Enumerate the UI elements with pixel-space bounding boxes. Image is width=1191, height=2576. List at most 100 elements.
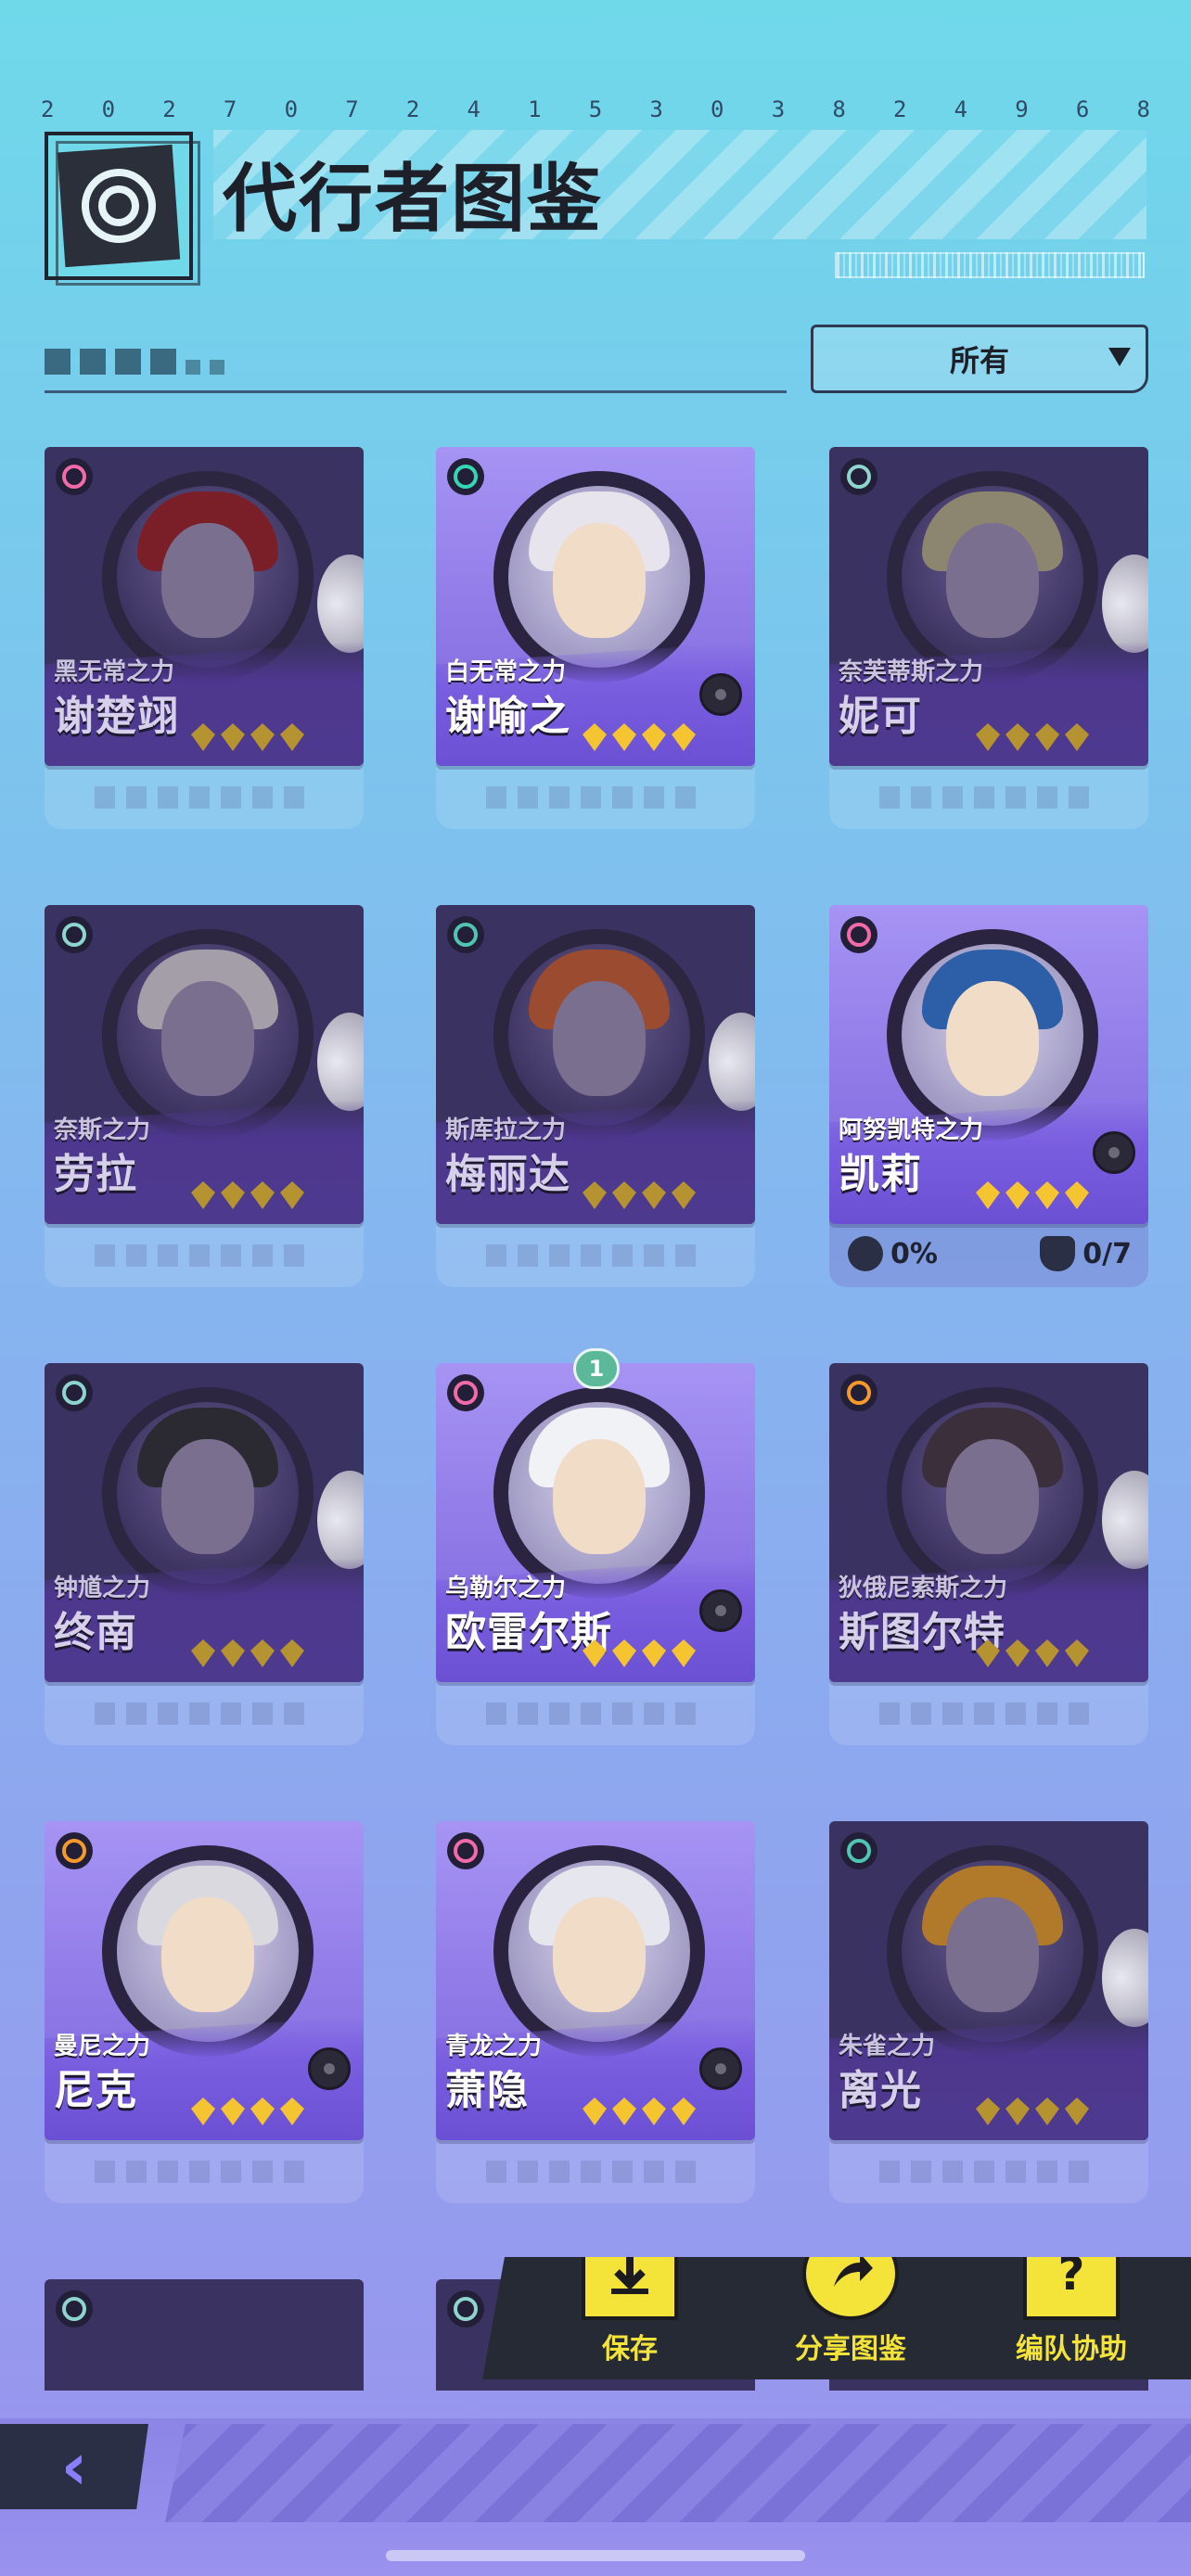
agent-card-face: 黑无常之力 谢楚翊 bbox=[45, 447, 364, 766]
card-base bbox=[45, 1678, 364, 1745]
card-base-pattern bbox=[95, 2161, 314, 2183]
code-digit: 6 bbox=[1075, 96, 1090, 122]
code-digit: 2 bbox=[162, 96, 176, 122]
agent-card-face: 狄俄尼索斯之力 斯图尔特 bbox=[829, 1363, 1148, 1682]
element-pink-icon bbox=[56, 458, 93, 495]
agent-name: 妮可 bbox=[839, 693, 922, 740]
side-disc-decoration bbox=[1102, 1471, 1148, 1569]
agent-card-face: 白无常之力 谢喻之 bbox=[436, 447, 755, 766]
disc-icon bbox=[308, 2047, 351, 2090]
star-icon bbox=[976, 1639, 1000, 1667]
star-icon bbox=[1065, 2098, 1089, 2125]
star-icon bbox=[672, 1181, 696, 1209]
code-digit: 3 bbox=[771, 96, 786, 122]
agent-name: 萧隐 bbox=[445, 2067, 529, 2114]
portrait-face bbox=[946, 981, 1039, 1096]
agent-card-face: 斯库拉之力 梅丽达 bbox=[436, 905, 755, 1224]
agent-name: 凯莉 bbox=[839, 1151, 922, 1198]
portrait-face bbox=[553, 1897, 646, 2012]
code-digit: 9 bbox=[1015, 96, 1029, 122]
progress-value: 0% bbox=[890, 1237, 938, 1270]
code-digit: 0 bbox=[711, 96, 724, 122]
element-x-icon bbox=[447, 2290, 484, 2327]
element-pink-icon bbox=[840, 916, 877, 953]
card-base bbox=[829, 762, 1148, 829]
element-orange-icon bbox=[56, 1832, 93, 1869]
search-input[interactable] bbox=[45, 345, 787, 393]
save-button[interactable]: 保存 bbox=[537, 2257, 723, 2366]
level-badge: 1 bbox=[573, 1348, 620, 1389]
star-icon bbox=[612, 723, 636, 751]
element-orange-icon bbox=[840, 1374, 877, 1411]
portrait-face bbox=[946, 1439, 1039, 1554]
codex-logo bbox=[45, 132, 200, 286]
agent-card-face: 奈芙蒂斯之力 妮可 bbox=[829, 447, 1148, 766]
side-disc-decoration bbox=[317, 1013, 364, 1111]
star-rating bbox=[191, 723, 304, 751]
element-pink-icon bbox=[447, 1374, 484, 1411]
side-disc-decoration bbox=[709, 1013, 755, 1111]
element-x-icon bbox=[56, 916, 93, 953]
progress-stat: 0% bbox=[848, 1236, 938, 1271]
card-base-pattern bbox=[95, 1244, 314, 1267]
element-teal-icon bbox=[840, 1832, 877, 1869]
star-icon bbox=[642, 1639, 666, 1667]
star-icon bbox=[583, 1181, 607, 1209]
filter-dropdown[interactable]: 所有 bbox=[811, 325, 1148, 393]
code-digit: 7 bbox=[223, 96, 237, 122]
star-icon bbox=[221, 1639, 245, 1667]
agent-name: 离光 bbox=[839, 2067, 922, 2114]
page-title: 代行者图鉴 bbox=[223, 156, 603, 242]
search-placeholder-pattern bbox=[45, 349, 224, 375]
code-digit: 4 bbox=[954, 96, 968, 122]
star-icon bbox=[250, 1181, 275, 1209]
star-icon bbox=[221, 723, 245, 751]
star-icon bbox=[221, 1181, 245, 1209]
star-rating bbox=[191, 1181, 304, 1209]
card-base-pattern bbox=[879, 786, 1098, 809]
team-assist-button[interactable]: ? 编队协助 bbox=[979, 2257, 1164, 2366]
back-button[interactable]: ‹ bbox=[0, 2424, 148, 2509]
team-assist-label: 编队协助 bbox=[1016, 2333, 1127, 2366]
portrait-face bbox=[946, 1897, 1039, 2012]
star-rating bbox=[976, 1181, 1089, 1209]
home-indicator bbox=[386, 2550, 805, 2561]
star-icon bbox=[976, 1181, 1000, 1209]
star-icon bbox=[1035, 2098, 1059, 2125]
star-icon bbox=[1065, 1181, 1089, 1209]
side-disc-decoration bbox=[317, 1471, 364, 1569]
share-codex-button[interactable]: 分享图鉴 bbox=[758, 2257, 943, 2366]
card-base bbox=[45, 2136, 364, 2203]
agent-card-face: 阿努凯特之力 凯莉 bbox=[829, 905, 1148, 1224]
element-pink-icon bbox=[447, 1832, 484, 1869]
card-base bbox=[436, 1678, 755, 1745]
card-base bbox=[829, 1678, 1148, 1745]
element-green-icon bbox=[447, 458, 484, 495]
count-value: 0/7 bbox=[1082, 1237, 1132, 1270]
star-icon bbox=[191, 1639, 215, 1667]
star-icon bbox=[583, 723, 607, 751]
star-rating bbox=[191, 1639, 304, 1667]
star-icon bbox=[612, 1639, 636, 1667]
star-rating bbox=[976, 2098, 1089, 2125]
star-icon bbox=[280, 1181, 304, 1209]
agent-stats-bar: 0% 0/7 bbox=[829, 1220, 1148, 1287]
side-disc-decoration bbox=[1102, 1929, 1148, 2027]
star-icon bbox=[1005, 1639, 1030, 1667]
progress-icon bbox=[848, 1236, 883, 1271]
code-digit: 2 bbox=[41, 96, 55, 122]
star-icon bbox=[642, 723, 666, 751]
chevron-down-icon bbox=[1108, 348, 1131, 366]
code-digit: 7 bbox=[345, 96, 359, 122]
code-digit: 2 bbox=[405, 96, 420, 122]
agent-card-partial[interactable] bbox=[45, 2279, 364, 2391]
save-label: 保存 bbox=[602, 2333, 658, 2366]
star-icon bbox=[1005, 2098, 1030, 2125]
card-base-pattern bbox=[879, 1702, 1098, 1725]
save-folder-icon bbox=[582, 2257, 678, 2320]
star-rating bbox=[976, 1639, 1089, 1667]
code-digit: 8 bbox=[832, 96, 846, 122]
agent-card-face: 曼尼之力 尼克 bbox=[45, 1821, 364, 2140]
agent-name: 谢喻之 bbox=[445, 693, 570, 740]
star-icon bbox=[191, 2098, 215, 2125]
